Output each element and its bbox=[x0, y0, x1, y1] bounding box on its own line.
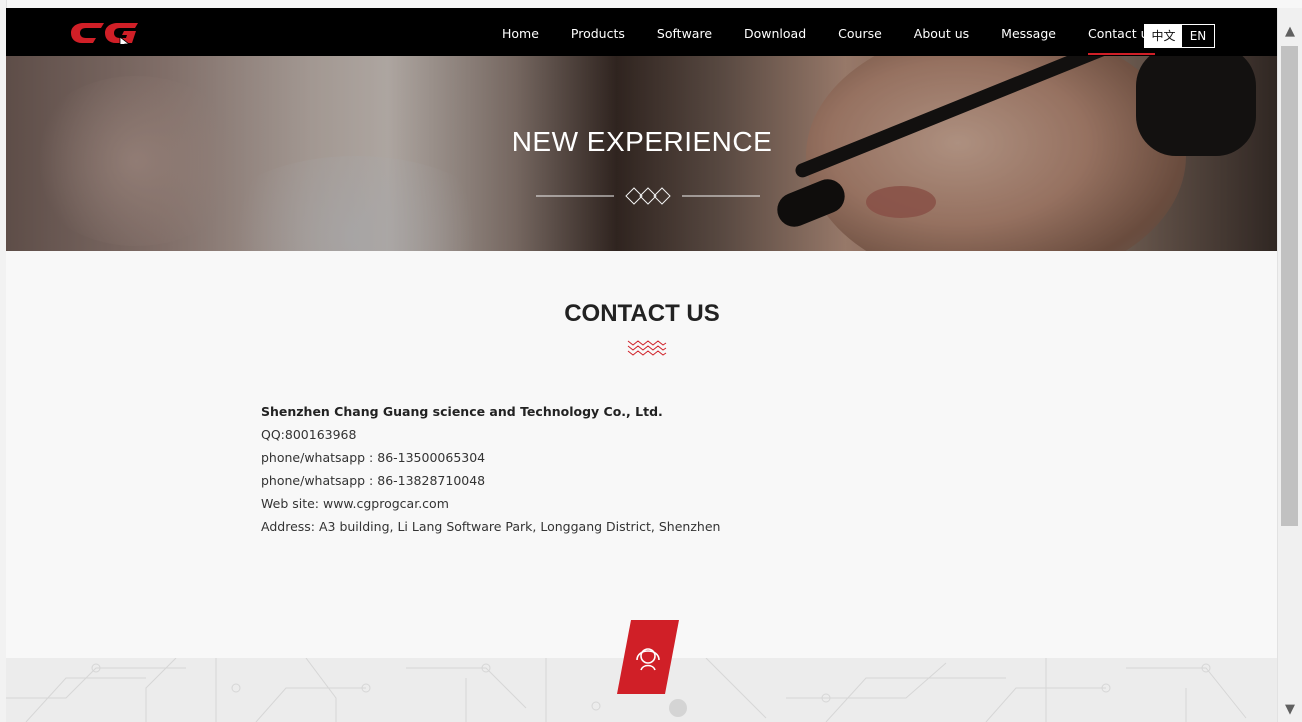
address: Address: A3 building, Li Lang Software P… bbox=[261, 519, 721, 534]
main-nav: Home Products Software Download Course A… bbox=[486, 8, 1171, 56]
section-title: CONTACT US bbox=[564, 300, 720, 327]
cg-logo[interactable] bbox=[70, 22, 140, 51]
hero-banner: NEW EXPERIENCE bbox=[6, 56, 1278, 251]
nav-message[interactable]: Message bbox=[1001, 8, 1056, 56]
nav-about-us[interactable]: About us bbox=[914, 8, 969, 56]
page-viewport: Home Products Software Download Course A… bbox=[6, 8, 1278, 722]
zigzag-ornament-icon bbox=[627, 340, 667, 356]
lang-english-button[interactable]: EN bbox=[1182, 25, 1214, 47]
lang-chinese-button[interactable]: 中文 bbox=[1145, 25, 1182, 47]
vertical-scrollbar[interactable]: ▲ ▼ bbox=[1277, 8, 1302, 722]
contact-info: Shenzhen Chang Guang science and Technol… bbox=[261, 400, 720, 538]
nav-download[interactable]: Download bbox=[744, 8, 806, 56]
scrollbar-thumb[interactable] bbox=[1281, 46, 1298, 526]
nav-products[interactable]: Products bbox=[571, 8, 625, 56]
website: Web site: www.cgprogcar.com bbox=[261, 496, 449, 511]
hero-title: NEW EXPERIENCE bbox=[511, 126, 773, 157]
nav-software[interactable]: Software bbox=[657, 8, 712, 56]
nav-course[interactable]: Course bbox=[838, 8, 882, 56]
site-header: Home Products Software Download Course A… bbox=[6, 8, 1278, 56]
chevron-up-icon[interactable]: ▲ bbox=[1278, 22, 1302, 42]
phone-whatsapp-2: phone/whatsapp : 86-13828710048 bbox=[261, 473, 486, 488]
phone-whatsapp-1: phone/whatsapp : 86-13500065304 bbox=[261, 450, 486, 465]
qq-number: QQ:800163968 bbox=[261, 427, 357, 442]
chevron-down-icon[interactable]: ▼ bbox=[1278, 700, 1302, 720]
language-switcher: 中文 EN bbox=[1144, 24, 1215, 48]
company-name: Shenzhen Chang Guang science and Technol… bbox=[261, 404, 663, 419]
customer-service-icon[interactable] bbox=[617, 620, 679, 694]
contact-section: CONTACT US Shenzhen Chang Guang science … bbox=[6, 251, 1278, 661]
diamond-ornament-icon bbox=[536, 187, 760, 205]
nav-home[interactable]: Home bbox=[502, 8, 539, 56]
